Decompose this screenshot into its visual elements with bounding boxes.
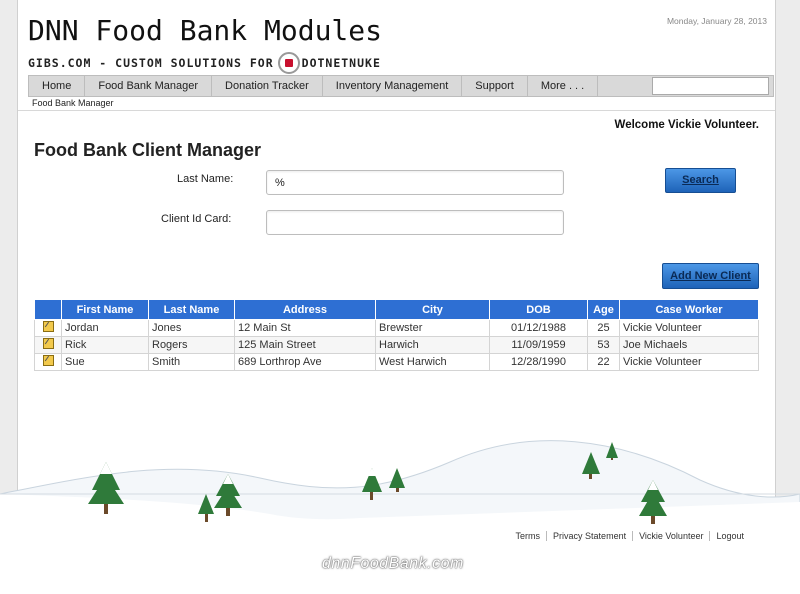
edit-icon[interactable] bbox=[42, 338, 54, 349]
edit-cell bbox=[34, 353, 62, 371]
cell-last-name: Rogers bbox=[148, 336, 235, 354]
site-subtitle: GIBS.COM - CUSTOM SOLUTIONS FOR DOTNETNU… bbox=[28, 52, 381, 74]
nav-item-more[interactable]: More . . . bbox=[528, 76, 599, 96]
cell-last-name: Smith bbox=[148, 353, 235, 371]
main-nav: Home Food Bank Manager Donation Tracker … bbox=[28, 75, 774, 97]
current-date: Monday, January 28, 2013 bbox=[666, 16, 767, 26]
footer-link-terms[interactable]: Terms bbox=[510, 531, 548, 541]
column-header-dob[interactable]: DOB bbox=[489, 299, 588, 320]
site-search-input[interactable] bbox=[652, 77, 769, 95]
cell-dob: 01/12/1988 bbox=[489, 319, 588, 337]
cell-age: 53 bbox=[587, 336, 620, 354]
cell-dob: 11/09/1959 bbox=[489, 336, 588, 354]
cell-address: 689 Lorthrop Ave bbox=[234, 353, 376, 371]
nav-item-support[interactable]: Support bbox=[462, 76, 528, 96]
column-header-first-name[interactable]: First Name bbox=[61, 299, 149, 320]
search-button[interactable]: Search bbox=[665, 168, 736, 193]
cell-address: 125 Main Street bbox=[234, 336, 376, 354]
edit-icon[interactable] bbox=[42, 321, 54, 332]
page-title: Food Bank Client Manager bbox=[34, 140, 262, 160]
table-header-row: First Name Last Name Address City DOB Ag… bbox=[34, 299, 759, 320]
subtitle-text: GIBS.COM - CUSTOM SOLUTIONS FOR bbox=[28, 56, 274, 70]
nav-item-donation-tracker[interactable]: Donation Tracker bbox=[212, 76, 323, 96]
nav-item-inventory-management[interactable]: Inventory Management bbox=[323, 76, 463, 96]
cell-last-name: Jones bbox=[148, 319, 235, 337]
edit-cell bbox=[34, 336, 62, 354]
client-id-input[interactable] bbox=[266, 210, 564, 235]
footer-link-logout[interactable]: Logout bbox=[710, 531, 750, 541]
footer-link-privacy[interactable]: Privacy Statement bbox=[547, 531, 634, 541]
column-header-last-name[interactable]: Last Name bbox=[148, 299, 235, 320]
watermark: dnnFoodBank.com bbox=[322, 555, 464, 572]
column-header-address[interactable]: Address bbox=[234, 299, 376, 320]
cell-case-worker: Vickie Volunteer bbox=[619, 353, 759, 371]
cell-city: West Harwich bbox=[375, 353, 490, 371]
cell-age: 25 bbox=[587, 319, 620, 337]
breadcrumb[interactable]: Food Bank Manager bbox=[32, 98, 114, 108]
cell-first-name: Sue bbox=[61, 353, 149, 371]
edit-icon[interactable] bbox=[42, 355, 54, 366]
breadcrumb-divider bbox=[18, 110, 775, 111]
column-header-city[interactable]: City bbox=[375, 299, 490, 320]
cell-case-worker: Joe Michaels bbox=[619, 336, 759, 354]
footer-links: Terms Privacy Statement Vickie Volunteer… bbox=[510, 531, 750, 541]
cell-city: Brewster bbox=[375, 319, 490, 337]
cell-dob: 12/28/1990 bbox=[489, 353, 588, 371]
cell-address: 12 Main St bbox=[234, 319, 376, 337]
cell-age: 22 bbox=[587, 353, 620, 371]
nav-item-home[interactable]: Home bbox=[29, 76, 86, 96]
welcome-message: Welcome Vickie Volunteer. bbox=[614, 119, 759, 131]
edit-cell bbox=[34, 319, 62, 337]
site-title: DNN Food Bank Modules bbox=[28, 14, 383, 47]
client-table: First Name Last Name Address City DOB Ag… bbox=[34, 299, 759, 371]
last-name-label: Last Name: bbox=[177, 173, 234, 185]
column-header-age[interactable]: Age bbox=[587, 299, 620, 320]
table-row: Rick Rogers 125 Main Street Harwich 11/0… bbox=[34, 336, 759, 354]
table-row: Sue Smith 689 Lorthrop Ave West Harwich … bbox=[34, 353, 759, 371]
dotnetnuke-gear-icon bbox=[277, 52, 300, 74]
add-new-client-button[interactable]: Add New Client bbox=[662, 263, 759, 289]
table-row: Jordan Jones 12 Main St Brewster 01/12/1… bbox=[34, 319, 759, 337]
client-id-label: Client Id Card: bbox=[161, 213, 232, 225]
cell-first-name: Jordan bbox=[61, 319, 149, 337]
dotnetnuke-logo[interactable]: DOTNETNUKE bbox=[277, 52, 381, 74]
last-name-input[interactable]: % bbox=[266, 170, 564, 195]
nav-item-food-bank-manager[interactable]: Food Bank Manager bbox=[85, 76, 213, 96]
cell-case-worker: Vickie Volunteer bbox=[619, 319, 759, 337]
column-header-edit bbox=[34, 299, 62, 320]
cell-city: Harwich bbox=[375, 336, 490, 354]
footer-link-user[interactable]: Vickie Volunteer bbox=[633, 531, 711, 541]
brand-text: DOTNETNUKE bbox=[301, 56, 381, 70]
column-header-case-worker[interactable]: Case Worker bbox=[619, 299, 759, 320]
cell-first-name: Rick bbox=[61, 336, 149, 354]
